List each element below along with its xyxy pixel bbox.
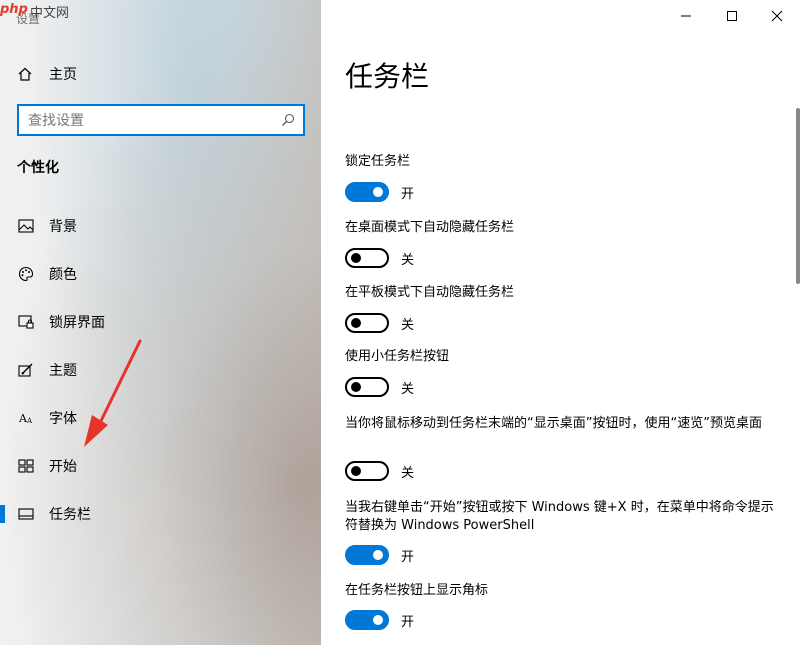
- toggle-state-text: 关: [401, 252, 415, 268]
- search-input[interactable]: 查找设置: [19, 110, 279, 130]
- toggle-state-text: 开: [401, 549, 415, 565]
- setting-label-peek: 当你将鼠标移动到任务栏末端的“显示桌面”按钮时，使用“速览”预览桌面: [345, 416, 762, 431]
- nav-item-colors[interactable]: 颜色: [0, 250, 321, 298]
- close-icon: [771, 10, 783, 22]
- toggle-state-text: 开: [401, 614, 415, 630]
- taskbar-icon: [17, 505, 35, 523]
- image-icon: [17, 217, 35, 235]
- nav-item-background[interactable]: 背景: [0, 202, 321, 250]
- toggle-switch[interactable]: [345, 610, 389, 630]
- scrollbar-thumb[interactable]: [796, 108, 800, 284]
- toggle-knob: [373, 187, 383, 197]
- toggle-switch[interactable]: [345, 461, 389, 481]
- toggle-row-lock-taskbar[interactable]: 开: [345, 182, 414, 202]
- toggle-state-text: 关: [401, 465, 415, 481]
- search-box[interactable]: 查找设置: [17, 104, 305, 136]
- section-title: 个性化: [17, 160, 59, 176]
- maximize-icon: [727, 11, 737, 21]
- content-pane: 任务栏 锁定任务栏 开 在桌面模式下自动隐藏任务栏 关 在平板模式下自动隐藏任务…: [321, 0, 800, 645]
- setting-label-badges: 在任务栏按钮上显示角标: [345, 583, 489, 598]
- nav-indicator: [0, 265, 5, 283]
- minimize-icon: [681, 15, 691, 17]
- toggle-knob: [351, 318, 361, 328]
- nav-item-label: 锁屏界面: [49, 315, 105, 331]
- nav-item-label: 颜色: [49, 267, 77, 283]
- nav-indicator: [0, 409, 5, 427]
- toggle-row-small-buttons[interactable]: 关: [345, 377, 414, 397]
- toggle-knob: [351, 253, 361, 263]
- toggle-row-powershell[interactable]: 开: [345, 545, 414, 565]
- search-icon[interactable]: [279, 111, 297, 129]
- nav-indicator: [0, 217, 5, 235]
- sidebar: 设置 php 中文网 主页 查找设置 个性化 背景 颜色 锁屏界面 主题 A A…: [0, 0, 321, 645]
- font-icon: AA: [17, 409, 35, 427]
- setting-label-auto-hide-tablet: 在平板模式下自动隐藏任务栏: [345, 285, 515, 300]
- nav-item-start[interactable]: 开始: [0, 442, 321, 490]
- nav-indicator: [0, 313, 5, 331]
- nav-home-label: 主页: [49, 67, 77, 83]
- toggle-state-text: 开: [401, 186, 415, 202]
- lock-screen-icon: [17, 313, 35, 331]
- nav-item-lock-screen[interactable]: 锁屏界面: [0, 298, 321, 346]
- toggle-row-auto-hide-tablet[interactable]: 关: [345, 313, 414, 333]
- toggle-switch[interactable]: [345, 377, 389, 397]
- maximize-button[interactable]: [709, 0, 755, 32]
- toggle-row-peek[interactable]: 关: [345, 461, 414, 481]
- svg-text:A: A: [26, 417, 33, 425]
- toggle-knob: [351, 382, 361, 392]
- toggle-state-text: 关: [401, 317, 415, 333]
- toggle-row-auto-hide-desktop[interactable]: 关: [345, 248, 414, 268]
- toggle-row-badges[interactable]: 开: [345, 610, 414, 630]
- setting-label-lock-taskbar: 锁定任务栏: [345, 154, 411, 169]
- setting-label-auto-hide-desktop: 在桌面模式下自动隐藏任务栏: [345, 220, 515, 235]
- nav-item-label: 背景: [49, 219, 77, 235]
- minimize-button[interactable]: [663, 0, 709, 32]
- nav-indicator: [0, 457, 5, 475]
- page-title: 任务栏: [345, 60, 430, 93]
- toggle-switch[interactable]: [345, 313, 389, 333]
- start-tiles-icon: [17, 457, 35, 475]
- toggle-knob: [351, 466, 361, 476]
- nav-item-themes[interactable]: 主题: [0, 346, 321, 394]
- close-button[interactable]: [754, 0, 800, 32]
- nav-home[interactable]: 主页: [17, 63, 77, 85]
- toggle-switch[interactable]: [345, 248, 389, 268]
- toggle-switch[interactable]: [345, 545, 389, 565]
- home-icon: [17, 66, 33, 82]
- toggle-knob: [373, 615, 383, 625]
- toggle-state-text: 关: [401, 381, 415, 397]
- palette-icon: [17, 265, 35, 283]
- toggle-knob: [373, 550, 383, 560]
- watermark-logo-cn: 中文网: [30, 6, 70, 21]
- nav-indicator: [0, 361, 5, 379]
- nav-item-fonts[interactable]: AA 字体: [0, 394, 321, 442]
- watermark-logo-php: php: [0, 2, 28, 17]
- setting-label-small-buttons: 使用小任务栏按钮: [345, 349, 450, 364]
- nav-item-label: 任务栏: [49, 507, 91, 523]
- nav-active-indicator: [0, 505, 5, 523]
- nav-item-label: 开始: [49, 459, 77, 475]
- nav-item-taskbar[interactable]: 任务栏: [0, 490, 321, 538]
- theme-brush-icon: [17, 361, 35, 379]
- setting-label-powershell: 当我右键单击“开始”按钮或按下 Windows 键+X 时，在菜单中将命令提示符…: [345, 500, 774, 533]
- annotation-arrow: [84, 339, 142, 447]
- toggle-switch[interactable]: [345, 182, 389, 202]
